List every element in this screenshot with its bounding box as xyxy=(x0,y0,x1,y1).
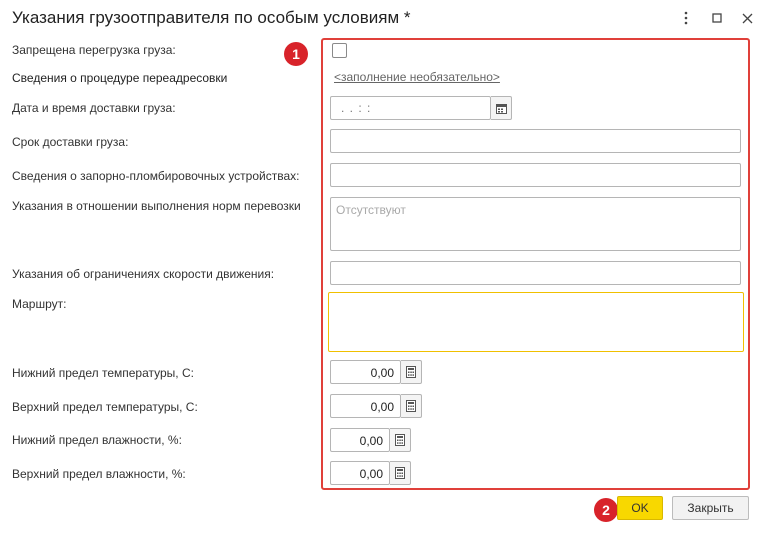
ok-button[interactable]: OK xyxy=(617,496,663,520)
annotation-marker-1: 1 xyxy=(284,42,308,66)
dialog-title: Указания грузоотправителя по особым усло… xyxy=(12,8,411,27)
close-button[interactable]: Закрыть xyxy=(672,496,749,520)
redirect-label: Сведения о процедуре переадресовки xyxy=(12,71,228,85)
temp-low-label: Нижний предел температуры, С: xyxy=(12,366,194,380)
annotation-marker-2: 2 xyxy=(594,498,618,522)
more-vertical-icon[interactable] xyxy=(676,8,696,28)
route-label: Маршрут: xyxy=(12,297,67,311)
highlight-frame xyxy=(321,38,750,490)
humidity-low-label: Нижний предел влажности, %: xyxy=(12,433,182,447)
speed-limits-label: Указания об ограничениях скорости движен… xyxy=(12,267,275,281)
transport-norms-label: Указания в отношении выполнения норм пер… xyxy=(12,199,301,213)
seal-devices-label: Сведения о запорно-пломбировочных устрой… xyxy=(12,169,300,183)
delivery-datetime-label: Дата и время доставки груза: xyxy=(12,101,176,115)
no-reload-label: Запрещена перегрузка груза: xyxy=(12,43,176,57)
close-icon[interactable] xyxy=(737,8,757,28)
temp-high-label: Верхний предел температуры, С: xyxy=(12,400,198,414)
delivery-term-label: Срок доставки груза: xyxy=(12,135,129,149)
humidity-high-label: Верхний предел влажности, %: xyxy=(12,467,186,481)
maximize-icon[interactable] xyxy=(707,8,727,28)
